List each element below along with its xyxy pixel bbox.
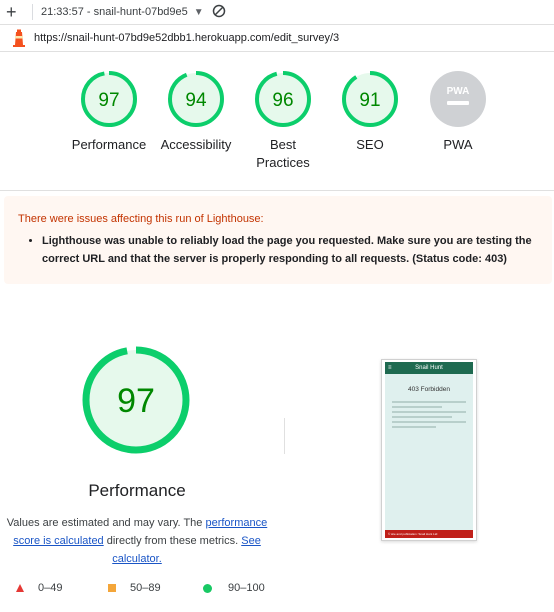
screenshot-text-line (392, 411, 466, 413)
legend-pass-label: 90–100 (228, 582, 265, 594)
gauge-best-practices-ring: 96 (255, 71, 311, 127)
gauge-best-practices-label: Best Practices (256, 137, 310, 170)
screenshot-text-line (392, 416, 452, 418)
square-orange-icon (108, 584, 116, 592)
score-gauges: 97 Performance 94 Accessibility 96 Best … (0, 52, 554, 191)
final-screenshot[interactable]: ≡ Snail Hunt 403 Forbidden © site and pub… (381, 359, 477, 541)
screenshot-app-title: Snail Hunt (415, 365, 443, 371)
pwa-badge-text: PWA (447, 86, 470, 97)
no-entry-icon[interactable] (212, 4, 226, 21)
warning-box: There were issues affecting this run of … (4, 196, 552, 284)
lighthouse-icon (12, 29, 26, 47)
divider (32, 4, 33, 20)
audited-url[interactable]: https://snail-hunt-07bd9e52dbb1.herokuap… (34, 32, 339, 44)
circle-green-icon (203, 583, 212, 593)
report-tab-title[interactable]: 21:33:57 - snail-hunt-07bd9e5 (41, 6, 188, 18)
screenshot-text-line (392, 421, 466, 423)
performance-gauge-large: 97 (82, 346, 190, 454)
url-bar: https://snail-hunt-07bd9e52dbb1.herokuap… (0, 25, 554, 52)
screenshot-text-line (392, 401, 466, 403)
estimate-mid: directly from these metrics. (103, 535, 242, 547)
screenshot-navbar: ≡ Snail Hunt (385, 362, 473, 374)
warning-list: Lighthouse was unable to reliably load t… (26, 232, 552, 268)
warning-item: Lighthouse was unable to reliably load t… (42, 232, 552, 268)
gauge-seo-ring: 91 (342, 71, 398, 127)
estimate-text: Values are estimated and may vary. The p… (0, 514, 274, 568)
tab-bar: + 21:33:57 - snail-hunt-07bd9e5 ▼ (0, 0, 554, 25)
gauge-accessibility[interactable]: 94 Accessibility (148, 70, 244, 154)
legend-pass: 90–100 (203, 582, 265, 594)
gauge-performance-label: Performance (71, 137, 147, 152)
estimate-pre: Values are estimated and may vary. The (6, 517, 206, 529)
triangle-red-icon (16, 584, 24, 592)
gauge-best-practices[interactable]: 96 Best Practices (235, 70, 331, 172)
hamburger-icon: ≡ (388, 365, 392, 371)
gauge-pwa[interactable]: PWA PWA (410, 70, 506, 154)
gauge-accessibility-score: 94 (185, 90, 207, 111)
gauge-pwa-label: PWA (443, 137, 473, 152)
gauge-accessibility-label: Accessibility (160, 137, 232, 152)
performance-score-large: 97 (117, 382, 155, 420)
gauge-seo-label: SEO (356, 137, 384, 152)
gauge-best-practices-score: 96 (272, 90, 293, 111)
pwa-badge-icon: PWA (430, 71, 486, 127)
gauge-performance[interactable]: 97 Performance (61, 70, 157, 154)
legend-fail-label: 0–49 (38, 582, 63, 594)
legend-fail: 0–49 (16, 582, 62, 594)
chevron-down-icon[interactable]: ▼ (194, 7, 204, 18)
gauge-seo-score: 91 (359, 90, 380, 111)
gauge-seo[interactable]: 91 SEO (322, 70, 418, 154)
score-legend: 0–49 50–89 90–100 (16, 582, 536, 598)
screenshot-footer: © site and publication: Snail Hunt Ltd (385, 530, 473, 538)
gauge-accessibility-ring: 94 (168, 71, 224, 127)
plus-icon[interactable]: + (6, 3, 26, 21)
legend-average: 50–89 (108, 582, 161, 594)
warning-title: There were issues affecting this run of … (18, 213, 264, 225)
screenshot-heading: 403 Forbidden (408, 386, 450, 393)
screenshot-text-line (392, 406, 442, 408)
screenshot-page: ≡ Snail Hunt 403 Forbidden © site and pub… (385, 362, 473, 538)
performance-title: Performance (88, 481, 186, 500)
screenshot-text-line (392, 426, 436, 428)
gauge-performance-score: 97 (98, 90, 119, 111)
gauge-performance-ring: 97 (81, 71, 137, 127)
section-divider (284, 418, 285, 454)
legend-average-label: 50–89 (130, 582, 161, 594)
